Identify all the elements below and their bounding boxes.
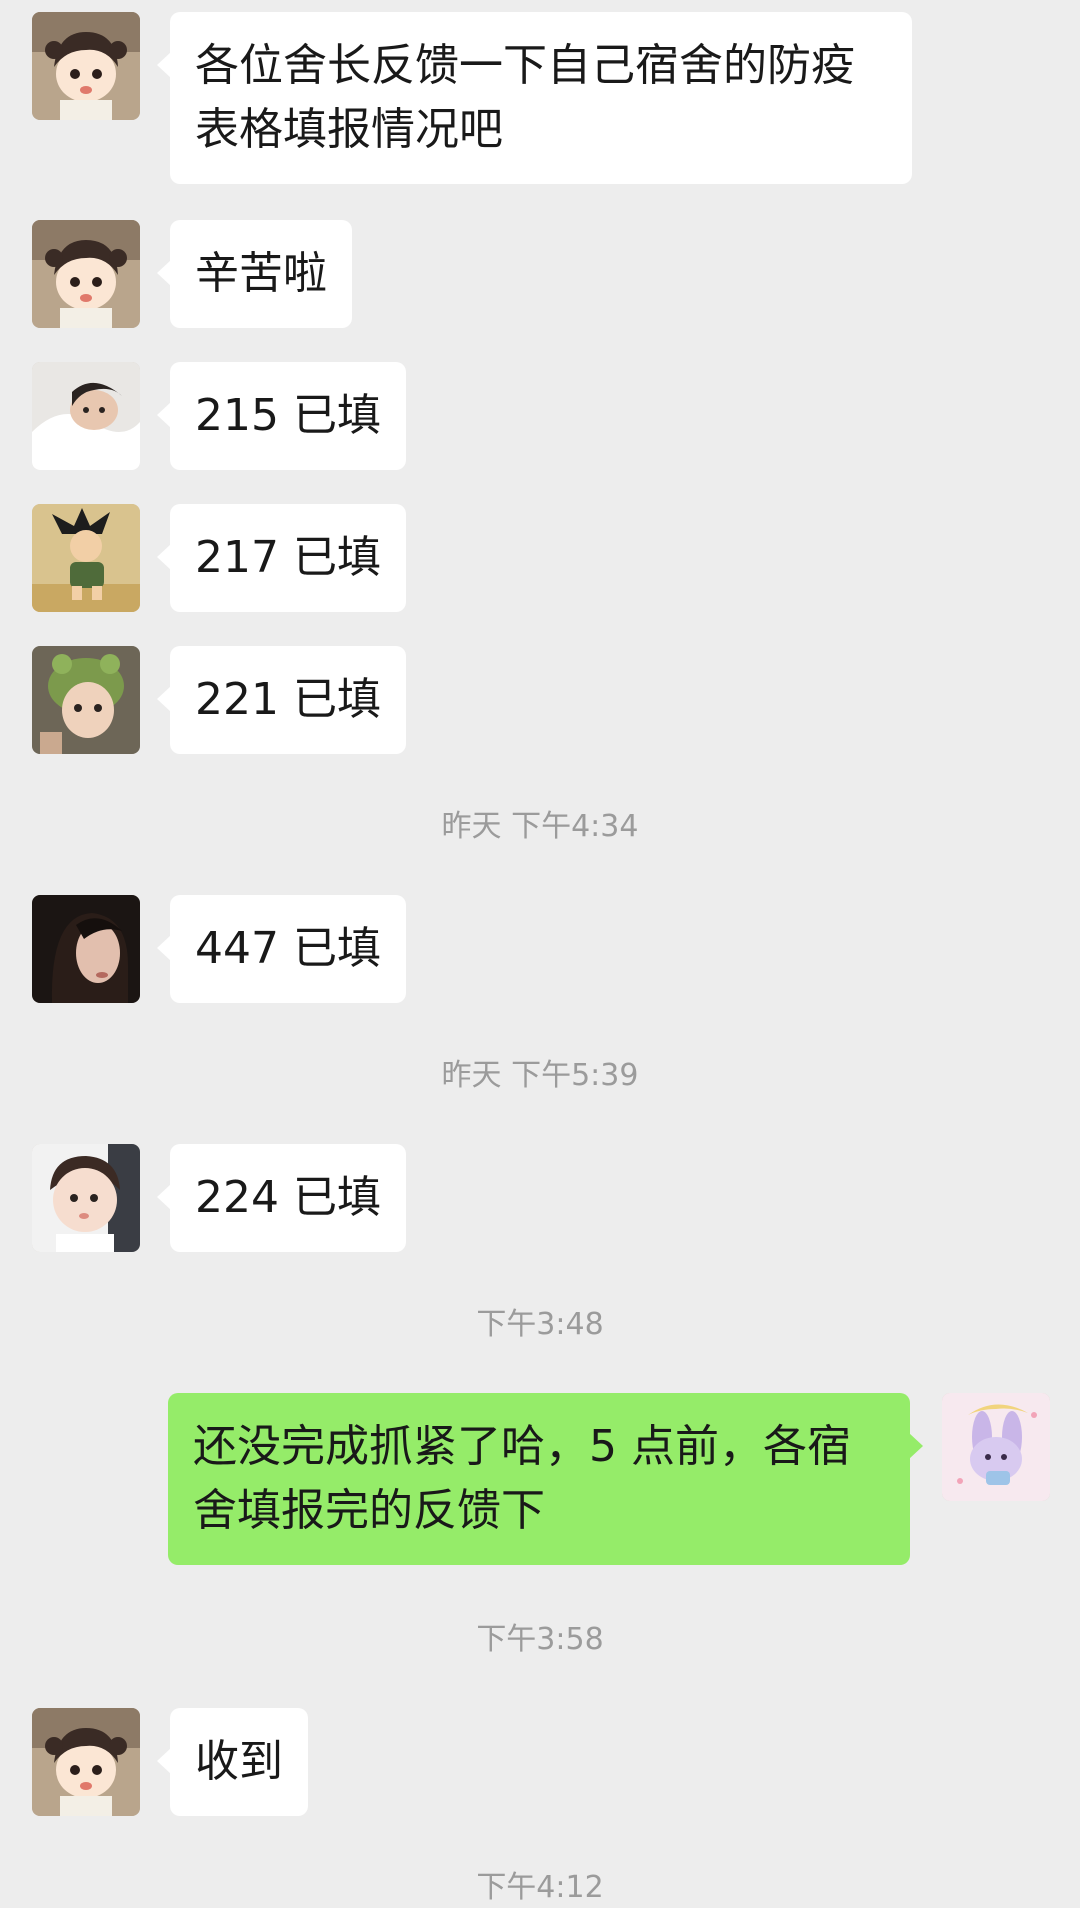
message-bubble-outgoing[interactable]: 还没完成抓紧了哈，5 点前，各宿舍填报完的反馈下 xyxy=(168,1393,923,1565)
timestamp: 下午4:12 xyxy=(476,1870,604,1905)
message-bubble[interactable]: 辛苦啦 xyxy=(157,220,352,328)
timestamp: 下午3:58 xyxy=(476,1622,604,1657)
timestamp: 昨天 下午4:34 xyxy=(441,809,639,844)
cartoon-boy-avatar[interactable] xyxy=(32,504,140,612)
message-bubble[interactable]: 各位舍长反馈一下自己宿舍的防疫表格填报情况吧 xyxy=(157,12,912,184)
dark-portrait-avatar[interactable] xyxy=(32,895,140,1003)
child-frog-hat-avatar[interactable] xyxy=(32,646,140,754)
message-text: 辛苦啦 xyxy=(195,248,327,299)
message-text: 447 已填 xyxy=(195,923,381,974)
message-text: 224 已填 xyxy=(195,1172,381,1223)
message-bubble[interactable]: 447 已填 xyxy=(157,895,406,1003)
message-text: 221 已填 xyxy=(195,674,381,725)
chat-message-list[interactable]: 各位舍长反馈一下自己宿舍的防疫表格填报情况吧 辛苦啦 215 已填 217 已填… xyxy=(0,0,1080,1905)
baby-avatar[interactable] xyxy=(32,1144,140,1252)
message-bubble[interactable]: 收到 xyxy=(157,1708,308,1816)
message-bubble[interactable]: 215 已填 xyxy=(157,362,406,470)
anime-girl-avatar[interactable] xyxy=(32,12,140,120)
message-bubble[interactable]: 224 已填 xyxy=(157,1144,406,1252)
message-text: 收到 xyxy=(195,1736,283,1787)
message-bubble[interactable]: 221 已填 xyxy=(157,646,406,754)
message-text: 217 已填 xyxy=(195,532,381,583)
bunny-sticker-avatar[interactable] xyxy=(942,1393,1050,1501)
message-text: 还没完成抓紧了哈，5 点前，各宿舍填报完的反馈下 xyxy=(193,1421,851,1536)
message-text: 各位舍长反馈一下自己宿舍的防疫表格填报情况吧 xyxy=(195,40,855,155)
girl-in-blanket-avatar[interactable] xyxy=(32,362,140,470)
timestamp: 昨天 下午5:39 xyxy=(441,1058,639,1093)
timestamp: 下午3:48 xyxy=(476,1307,604,1342)
message-text: 215 已填 xyxy=(195,390,381,441)
message-bubble[interactable]: 217 已填 xyxy=(157,504,406,612)
anime-girl-avatar[interactable] xyxy=(32,1708,140,1816)
anime-girl-avatar[interactable] xyxy=(32,220,140,328)
